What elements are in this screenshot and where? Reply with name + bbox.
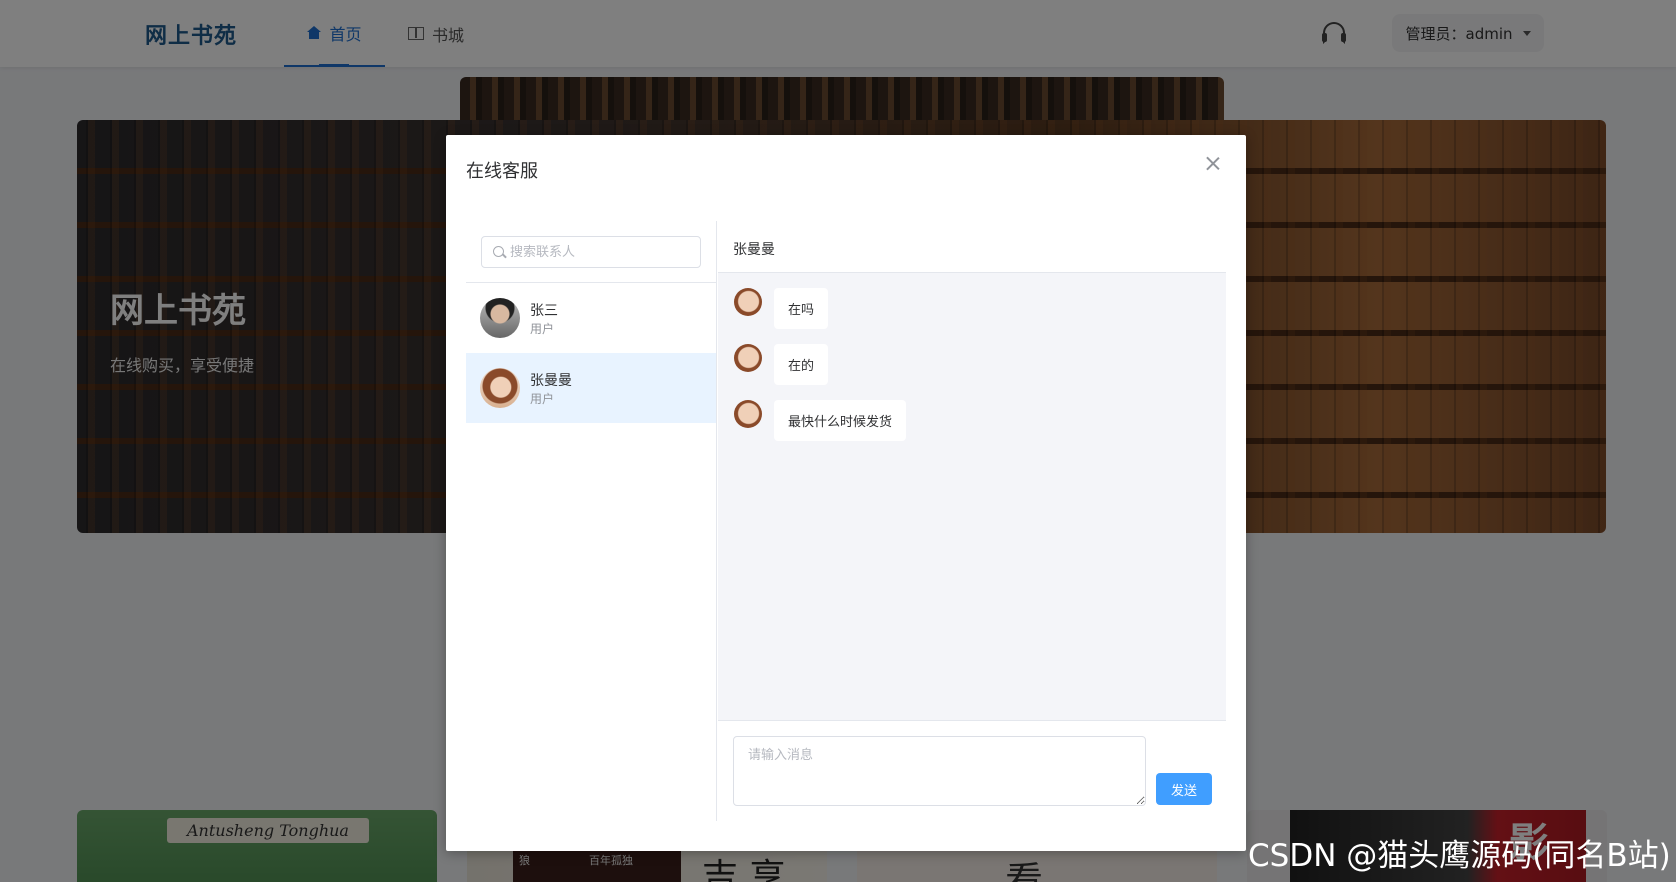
message-input[interactable] bbox=[733, 736, 1146, 806]
message-bubble: 在的 bbox=[774, 344, 829, 385]
send-button[interactable]: 发送 bbox=[1156, 773, 1212, 805]
message-bubble: 最快什么时候发货 bbox=[774, 400, 907, 441]
chat-contact-name: 张曼曼 bbox=[733, 242, 775, 258]
search-icon bbox=[493, 246, 504, 257]
contact-name: 张三 bbox=[530, 303, 558, 319]
avatar bbox=[734, 400, 762, 428]
chat-pane: 张曼曼 在吗 在的 最快什么时候发货 发送 bbox=[718, 221, 1226, 821]
message-list[interactable]: 在吗 在的 最快什么时候发货 bbox=[718, 273, 1226, 721]
contact-item-selected[interactable]: 张曼曼 用户 bbox=[466, 353, 716, 423]
avatar bbox=[734, 344, 762, 372]
contact-role: 用户 bbox=[530, 392, 555, 406]
message-bubble: 在吗 bbox=[774, 288, 829, 329]
contact-item[interactable]: 张三 用户 bbox=[466, 283, 716, 353]
chat-header: 张曼曼 bbox=[718, 221, 1226, 273]
contact-search-input[interactable] bbox=[510, 237, 696, 267]
watermark: CSDN @猫头鹰源码(同名B站) bbox=[1248, 838, 1671, 874]
avatar bbox=[480, 298, 520, 338]
avatar bbox=[734, 288, 762, 316]
online-service-dialog: 在线客服 张三 用户 张曼曼 用户 张曼曼 在吗 bbox=[446, 135, 1246, 851]
contact-name: 张曼曼 bbox=[530, 373, 572, 389]
dialog-title: 在线客服 bbox=[466, 161, 538, 182]
contact-search[interactable] bbox=[481, 236, 701, 268]
contact-role: 用户 bbox=[530, 322, 555, 336]
contact-list-pane: 张三 用户 张曼曼 用户 bbox=[466, 221, 717, 821]
message-input-area: 发送 bbox=[718, 721, 1226, 821]
avatar bbox=[480, 368, 520, 408]
close-icon[interactable] bbox=[1206, 157, 1220, 171]
